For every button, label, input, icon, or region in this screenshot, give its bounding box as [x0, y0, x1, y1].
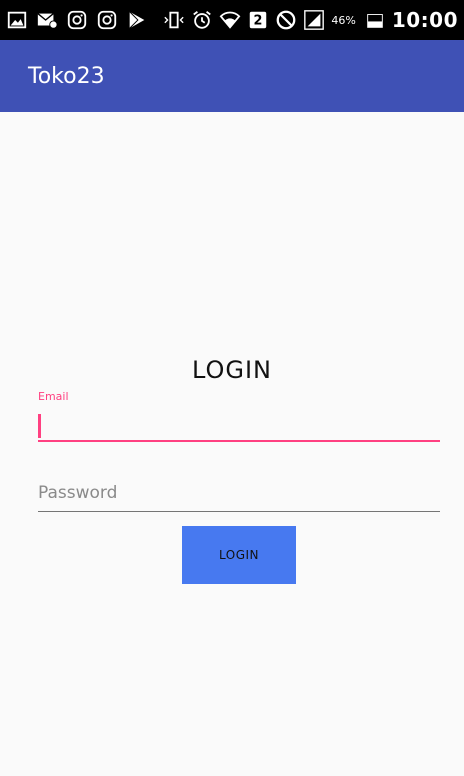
wifi-icon	[219, 9, 241, 31]
login-heading: LOGIN	[191, 356, 273, 384]
sim-2-icon: 2	[247, 9, 269, 31]
login-button[interactable]: LOGIN	[182, 526, 296, 584]
login-screen: LOGIN Email LOGIN	[0, 112, 464, 776]
instagram-icon	[66, 9, 88, 31]
password-field[interactable]	[38, 478, 440, 512]
notification-icons	[6, 9, 148, 31]
app-bar: Toko23	[0, 40, 464, 112]
battery-percent: 46%	[331, 13, 356, 27]
email-field[interactable]	[38, 408, 440, 442]
image-icon	[6, 9, 28, 31]
play-store-icon	[126, 9, 148, 31]
system-icons: 2 46% 10:00	[163, 8, 458, 32]
status-bar: 2 46% 10:00	[0, 0, 464, 40]
signal-icon	[303, 9, 325, 31]
svg-text:2: 2	[254, 14, 263, 29]
instagram-icon	[96, 9, 118, 31]
mail-icon	[36, 9, 58, 31]
alarm-icon	[191, 9, 213, 31]
clock: 10:00	[391, 8, 458, 32]
do-not-disturb-icon	[275, 9, 297, 31]
battery-icon	[364, 9, 386, 31]
email-label: Email	[38, 390, 69, 403]
text-cursor	[38, 414, 41, 438]
app-title: Toko23	[28, 63, 105, 89]
vibrate-icon	[163, 9, 185, 31]
